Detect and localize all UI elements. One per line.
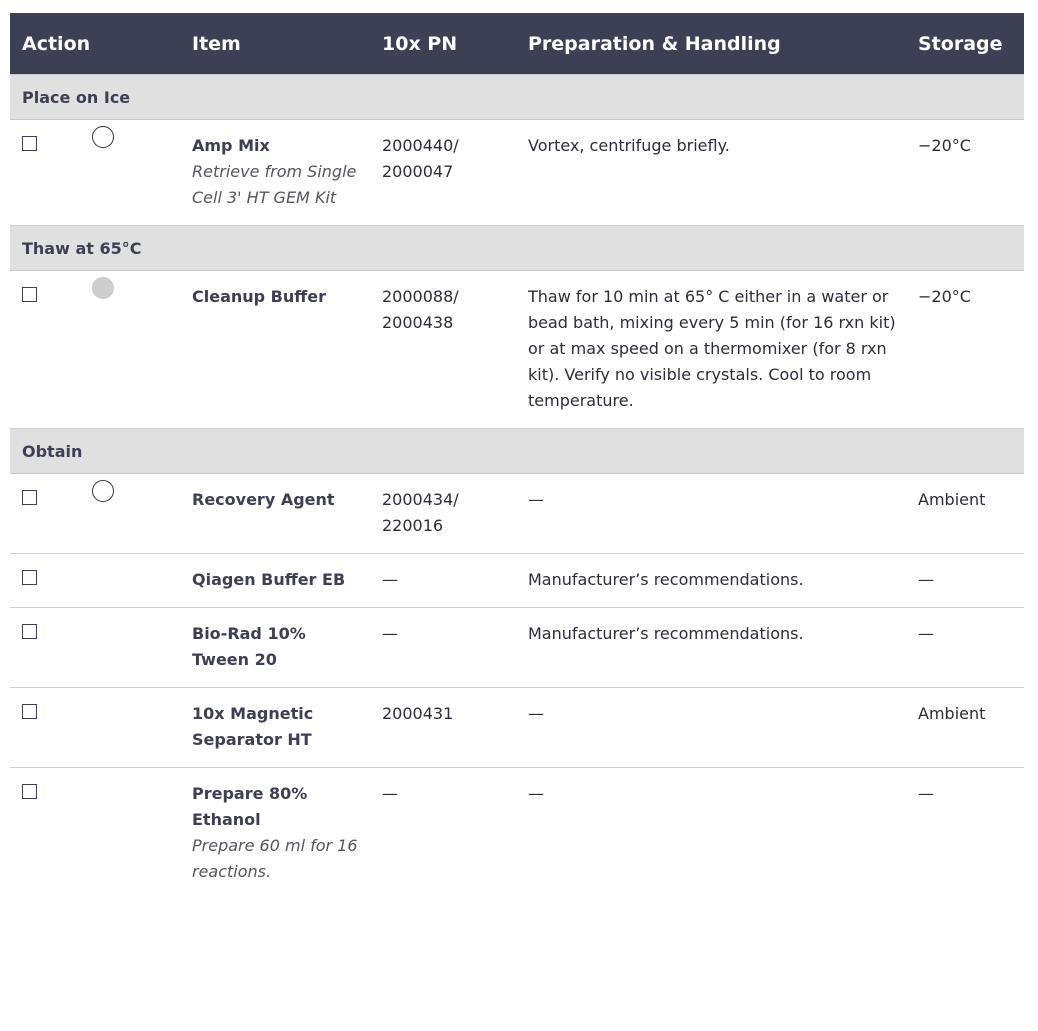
- pn-cell: —: [382, 784, 398, 803]
- storage-cell: —: [906, 553, 1024, 608]
- item-note: Prepare 60 ml for 16 reactions.: [192, 836, 358, 881]
- item-name: Bio-Rad 10% Tween 20: [192, 624, 306, 669]
- prep-cell: —: [516, 687, 906, 768]
- item-cell: Prepare 80% Ethanol Prepare 60 ml for 16…: [180, 768, 370, 900]
- action-cell: [10, 119, 180, 226]
- action-cell: [10, 687, 180, 768]
- table-row: Amp Mix Retrieve from Single Cell 3' HT …: [10, 119, 1024, 226]
- section-row: Thaw at 65°C: [10, 225, 1024, 271]
- prep-cell: —: [516, 473, 906, 554]
- pn-cell: —: [370, 553, 516, 608]
- header-row: Action Item 10x PN Preparation & Handlin…: [10, 13, 1024, 75]
- section-row: Obtain: [10, 428, 1024, 474]
- item-name: Recovery Agent: [192, 490, 335, 509]
- checkbox[interactable]: [22, 570, 37, 585]
- table-row: 10x Magnetic Separator HT 2000431 — Ambi…: [10, 687, 1024, 768]
- pn-cell: 2000434/ 220016: [370, 473, 516, 554]
- table-row: Qiagen Buffer EB — Manufacturer’s recomm…: [10, 553, 1024, 608]
- section-label: Obtain: [10, 428, 1024, 474]
- checkbox[interactable]: [22, 136, 37, 151]
- item-cell: Qiagen Buffer EB: [180, 553, 370, 608]
- table-row: Prepare 80% Ethanol Prepare 60 ml for 16…: [10, 768, 1024, 900]
- header-action: Action: [10, 13, 180, 75]
- table-row: Recovery Agent 2000434/ 220016 — Ambient: [10, 473, 1024, 554]
- header-pn: 10x PN: [370, 13, 516, 75]
- item-cell: 10x Magnetic Separator HT: [180, 687, 370, 768]
- prep-cell: Manufacturer’s recommendations.: [516, 607, 906, 688]
- section-row: Place on Ice: [10, 74, 1024, 120]
- storage-cell: Ambient: [906, 473, 1024, 554]
- header-item: Item: [180, 13, 370, 75]
- action-cell: [10, 473, 180, 554]
- checkbox[interactable]: [22, 704, 37, 719]
- circle-outline-icon: [92, 480, 114, 502]
- table-row: Cleanup Buffer 2000088/ 2000438 Thaw for…: [10, 270, 1024, 429]
- action-cell: [10, 270, 180, 429]
- storage-cell: —: [906, 607, 1024, 688]
- storage-cell: −20°C: [906, 119, 1024, 226]
- item-cell: Amp Mix Retrieve from Single Cell 3' HT …: [180, 119, 370, 226]
- checkbox[interactable]: [22, 624, 37, 639]
- storage-cell: —: [918, 784, 934, 803]
- storage-cell: Ambient: [906, 687, 1024, 768]
- reagent-table: Action Item 10x PN Preparation & Handlin…: [10, 13, 1024, 899]
- item-name: Qiagen Buffer EB: [192, 570, 346, 589]
- prep-cell: —: [528, 784, 544, 803]
- header-storage: Storage: [906, 13, 1024, 75]
- item-cell: Cleanup Buffer: [180, 270, 370, 429]
- prep-cell: Manufacturer’s recommendations.: [516, 553, 906, 608]
- section-label: Thaw at 65°C: [10, 225, 1024, 271]
- circle-filled-icon: [92, 277, 114, 299]
- item-name: 10x Magnetic Separator HT: [192, 704, 314, 749]
- pn-cell: 2000440/ 2000047: [370, 119, 516, 226]
- action-cell: [10, 607, 180, 688]
- checkbox[interactable]: [22, 490, 37, 505]
- action-cell: [10, 553, 180, 608]
- section-label: Place on Ice: [10, 74, 1024, 120]
- prep-cell: Thaw for 10 min at 65° C either in a wat…: [516, 270, 906, 429]
- circle-outline-icon: [92, 126, 114, 148]
- item-name: Prepare 80% Ethanol: [192, 784, 308, 829]
- item-note: Retrieve from Single Cell 3' HT GEM Kit: [192, 162, 357, 207]
- item-cell: Recovery Agent: [180, 473, 370, 554]
- item-name: Cleanup Buffer: [192, 287, 326, 306]
- pn-cell: 2000431: [370, 687, 516, 768]
- header-prep: Preparation & Handling: [516, 13, 906, 75]
- pn-cell: 2000088/ 2000438: [370, 270, 516, 429]
- checkbox[interactable]: [22, 287, 37, 302]
- checkbox[interactable]: [22, 784, 37, 799]
- action-cell: [10, 768, 180, 900]
- pn-cell: —: [370, 607, 516, 688]
- item-cell: Bio-Rad 10% Tween 20: [180, 607, 370, 688]
- item-name: Amp Mix: [192, 136, 270, 155]
- storage-cell: −20°C: [906, 270, 1024, 429]
- prep-cell: Vortex, centrifuge briefly.: [516, 119, 906, 226]
- table-row: Bio-Rad 10% Tween 20 — Manufacturer’s re…: [10, 607, 1024, 688]
